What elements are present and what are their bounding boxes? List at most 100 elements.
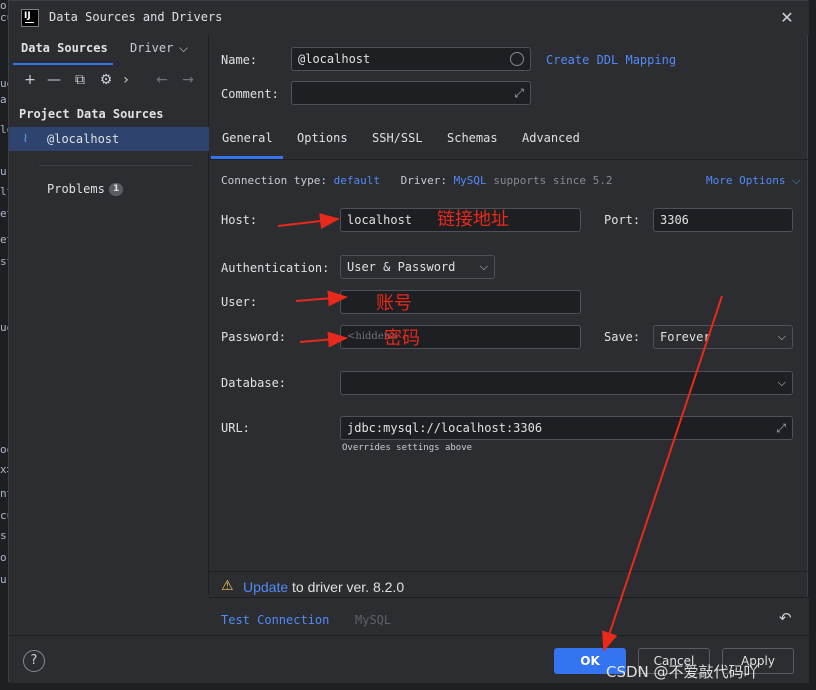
- chevron-down-icon[interactable]: ⌵: [179, 41, 188, 56]
- database-label: Database:: [221, 376, 287, 390]
- save-value: Forever: [660, 330, 711, 344]
- editor-glyph: o: [0, 0, 7, 12]
- expand-icon[interactable]: ⤢: [776, 417, 786, 439]
- undo-icon[interactable]: ↶: [779, 609, 792, 627]
- create-ddl-mapping-link[interactable]: Create DDL Mapping: [546, 53, 676, 67]
- editor-glyph: x>: [0, 464, 8, 476]
- authentication-value: User & Password: [347, 260, 456, 274]
- plus-icon[interactable]: +: [21, 71, 39, 89]
- connection-type-row: Connection type: default Driver: MySQL s…: [221, 174, 613, 187]
- editor-glyph: ur: [0, 574, 8, 586]
- host-annotation: 链接地址: [437, 209, 509, 230]
- name-field[interactable]: @localhost: [291, 47, 531, 71]
- test-connection-bar: Test Connection MySQL ↶: [209, 597, 809, 635]
- save-label: Save:: [604, 330, 641, 344]
- settings-icon[interactable]: ⚙: [97, 71, 115, 89]
- port-field[interactable]: 3306: [653, 208, 793, 232]
- update-link[interactable]: Update: [243, 579, 288, 595]
- driver-note: supports since 5.2: [493, 174, 613, 187]
- comment-label: Comment:: [221, 87, 279, 101]
- port-label: Port:: [604, 213, 641, 227]
- password-field[interactable]: <hidden>: [340, 325, 581, 349]
- test-connection-link[interactable]: Test Connection: [221, 613, 329, 627]
- database-select[interactable]: ⌵: [340, 371, 793, 395]
- editor-glyph: cu: [0, 12, 8, 24]
- url-label: URL:: [221, 421, 250, 435]
- section-title: Project Data Sources: [19, 107, 164, 121]
- tab-drivers[interactable]: Driver: [130, 41, 173, 63]
- connection-type-value[interactable]: default: [334, 174, 380, 187]
- password-label: Password:: [221, 330, 287, 344]
- editor-glyph: et: [0, 234, 8, 246]
- copy-icon[interactable]: ⧉: [71, 71, 89, 89]
- name-label: Name:: [221, 53, 258, 67]
- more-options-link[interactable]: More Options ⌵: [706, 174, 800, 188]
- warning-icon: ⚠: [221, 578, 234, 594]
- name-value: @localhost: [298, 52, 371, 66]
- editor-glyph: oo: [0, 444, 8, 456]
- close-icon[interactable]: ✕: [777, 8, 797, 28]
- chevron-down-icon: ⌵: [777, 376, 786, 389]
- editor-glyph: cu: [0, 510, 8, 522]
- left-panel: Data Sources Driver ⌵ + — ⧉ ⚙ › ← → Proj…: [9, 35, 209, 595]
- problems-item[interactable]: Problems: [47, 182, 105, 196]
- driver-label: Driver:: [400, 174, 447, 187]
- right-panel: Name: @localhost Create DDL Mapping Comm…: [209, 35, 809, 595]
- minus-icon[interactable]: —: [45, 71, 63, 89]
- color-circle-icon[interactable]: [510, 52, 524, 66]
- password-annotation: 密码: [384, 328, 420, 349]
- intellij-logo-icon: IJ: [21, 9, 39, 27]
- tab-options[interactable]: Options: [297, 131, 348, 145]
- problems-count-badge: 1: [109, 183, 124, 196]
- chevron-down-icon: ⌵: [479, 260, 488, 273]
- forward-icon[interactable]: →: [179, 71, 197, 89]
- editor-glyph: s: [0, 530, 7, 542]
- driver-value[interactable]: MySQL: [454, 174, 487, 187]
- editor-glyph: or: [0, 552, 8, 564]
- mysql-icon: ≀: [23, 131, 28, 146]
- editor-glyph: ur: [0, 166, 8, 178]
- watermark: CSDN @不爱敲代码吖: [606, 663, 759, 681]
- editor-glyph: lt: [0, 186, 8, 198]
- data-source-item-localhost[interactable]: ≀ @localhost: [9, 127, 209, 151]
- tab-data-sources[interactable]: Data Sources: [21, 41, 108, 63]
- chevron-down-icon: ⌵: [792, 174, 801, 187]
- divider: [209, 159, 809, 160]
- editor-background-strip: ocuuealourltetetstueoox>ntcusorur: [0, 0, 8, 690]
- host-label: Host:: [221, 213, 258, 227]
- update-message: Update to driver ver. 8.2.0: [243, 579, 404, 595]
- connection-type-label: Connection type:: [221, 174, 327, 187]
- editor-glyph: ue: [0, 78, 8, 90]
- editor-glyph: ue: [0, 322, 8, 334]
- user-label: User:: [221, 295, 258, 309]
- editor-glyph: lo: [0, 124, 8, 136]
- window-title: Data Sources and Drivers: [49, 10, 223, 24]
- active-tab-indicator: [13, 63, 113, 65]
- chevron-down-icon: ⌵: [777, 330, 786, 343]
- authentication-label: Authentication:: [221, 261, 330, 275]
- comment-field[interactable]: ⤢: [291, 81, 531, 105]
- url-value: jdbc:mysql://localhost:3306: [347, 421, 543, 435]
- chevron-right-icon[interactable]: ›: [117, 71, 135, 89]
- url-field[interactable]: jdbc:mysql://localhost:3306 ⤢: [340, 416, 793, 440]
- tab-ssh-ssl[interactable]: SSH/SSL: [372, 131, 423, 145]
- expand-icon[interactable]: ⤢: [514, 82, 524, 104]
- back-icon[interactable]: ←: [153, 71, 171, 89]
- driver-update-notice: ⚠ Update to driver ver. 8.2.0: [209, 571, 809, 599]
- tab-advanced[interactable]: Advanced: [522, 131, 580, 145]
- data-source-label: @localhost: [47, 132, 120, 146]
- driver-name-label: MySQL: [355, 613, 392, 627]
- user-annotation: 账号: [376, 293, 412, 314]
- tab-schemas[interactable]: Schemas: [447, 131, 498, 145]
- more-options-label: More Options: [706, 174, 786, 187]
- help-button[interactable]: ?: [23, 650, 45, 672]
- save-select[interactable]: Forever ⌵: [653, 325, 793, 349]
- authentication-select[interactable]: User & Password ⌵: [340, 255, 495, 279]
- url-note: Overrides settings above: [342, 443, 473, 453]
- update-text: to driver ver. 8.2.0: [288, 579, 405, 595]
- editor-glyph: nt: [0, 488, 8, 500]
- tab-general[interactable]: General: [222, 131, 273, 145]
- editor-glyph: a: [0, 94, 7, 106]
- editor-glyph: et: [0, 208, 8, 220]
- title-bar: IJ Data Sources and Drivers ✕: [9, 1, 809, 35]
